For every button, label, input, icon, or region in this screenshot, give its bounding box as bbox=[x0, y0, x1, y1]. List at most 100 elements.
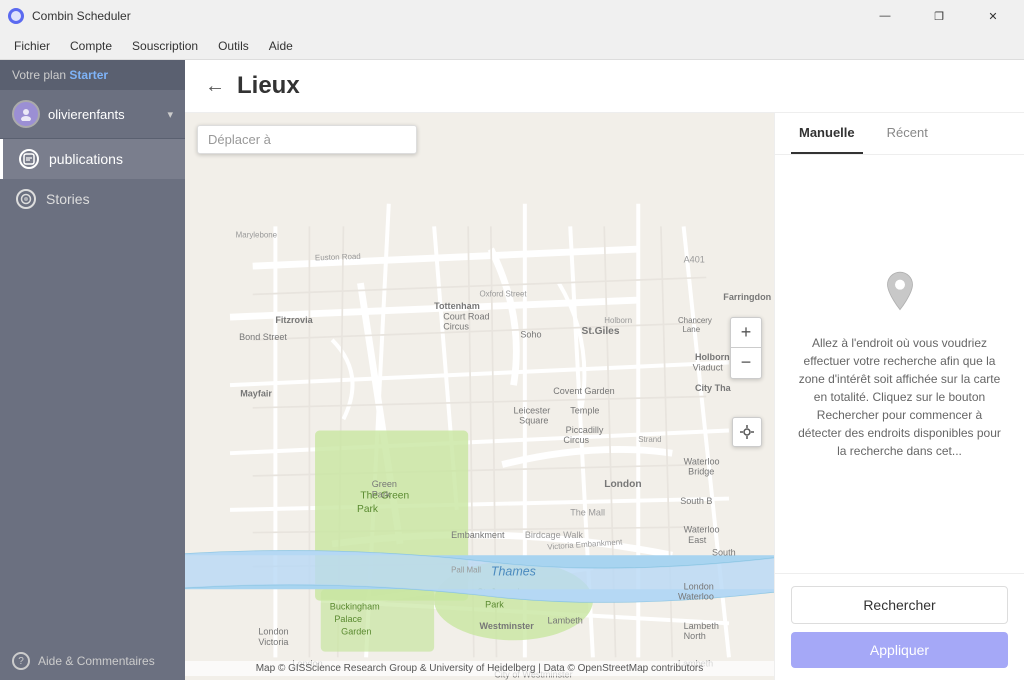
svg-text:Covent Garden: Covent Garden bbox=[553, 386, 614, 396]
svg-text:Court Road: Court Road bbox=[443, 311, 489, 321]
chevron-down-icon: ▾ bbox=[167, 108, 173, 121]
svg-text:London: London bbox=[604, 479, 641, 490]
back-button[interactable]: ← bbox=[205, 76, 225, 96]
svg-text:City Tha: City Tha bbox=[695, 383, 732, 393]
svg-text:Park: Park bbox=[372, 489, 391, 499]
right-panel: Manuelle Récent Allez à l'endroit où vou… bbox=[774, 113, 1024, 680]
plan-banner: Votre plan Starter bbox=[0, 60, 185, 90]
sidebar-item-stories[interactable]: Stories bbox=[0, 179, 185, 219]
svg-text:Lambeth: Lambeth bbox=[548, 615, 583, 625]
svg-text:London: London bbox=[258, 627, 288, 637]
svg-text:Chancery: Chancery bbox=[678, 316, 712, 325]
panel-tabs: Manuelle Récent bbox=[775, 113, 1024, 155]
svg-text:Holborn: Holborn bbox=[695, 352, 730, 362]
menu-fichier[interactable]: Fichier bbox=[4, 35, 60, 57]
sidebar-item-publications[interactable]: publications bbox=[0, 139, 185, 179]
svg-text:Circus: Circus bbox=[563, 435, 589, 445]
svg-text:St.Giles: St.Giles bbox=[582, 326, 620, 337]
account-name: olivierenfants bbox=[48, 107, 167, 122]
minimize-button[interactable]: — bbox=[862, 0, 908, 32]
avatar bbox=[12, 100, 40, 128]
svg-text:Euston Road: Euston Road bbox=[315, 252, 361, 263]
svg-text:Bond Street: Bond Street bbox=[239, 332, 287, 342]
app-icon bbox=[8, 8, 24, 24]
svg-text:Temple: Temple bbox=[570, 406, 599, 416]
svg-text:Park: Park bbox=[357, 504, 379, 515]
svg-text:Tottenham: Tottenham bbox=[434, 301, 480, 311]
svg-text:Lane: Lane bbox=[682, 325, 700, 334]
location-icon bbox=[875, 268, 925, 318]
menubar: Fichier Compte Souscription Outils Aide bbox=[0, 32, 1024, 60]
zoom-in-button[interactable]: + bbox=[731, 318, 761, 348]
svg-text:Soho: Soho bbox=[520, 330, 541, 340]
svg-text:South B: South B bbox=[680, 496, 712, 506]
svg-text:Victoria: Victoria bbox=[258, 637, 289, 647]
help-icon: ? bbox=[12, 652, 30, 670]
svg-text:Thames: Thames bbox=[491, 565, 536, 579]
sidebar: Votre plan Starter olivierenfants ▾ bbox=[0, 60, 185, 680]
plan-name: Starter bbox=[69, 68, 108, 82]
map-search-placeholder: Déplacer à bbox=[208, 132, 271, 147]
svg-text:Garden: Garden bbox=[341, 627, 371, 637]
svg-text:Leicester: Leicester bbox=[514, 406, 551, 416]
svg-text:Strand: Strand bbox=[638, 435, 661, 444]
close-button[interactable]: ✕ bbox=[970, 0, 1016, 32]
zoom-out-button[interactable]: − bbox=[731, 348, 761, 378]
svg-text:North: North bbox=[684, 631, 706, 641]
svg-text:Holborn: Holborn bbox=[604, 316, 632, 325]
svg-text:Bridge: Bridge bbox=[688, 467, 714, 477]
svg-text:South: South bbox=[712, 547, 736, 557]
main-area: ← Lieux bbox=[185, 60, 1024, 680]
svg-text:Pall Mall: Pall Mall bbox=[451, 565, 481, 574]
svg-text:Buckingham: Buckingham bbox=[330, 602, 380, 612]
rechercher-button[interactable]: Rechercher bbox=[791, 586, 1008, 624]
svg-text:Palace: Palace bbox=[334, 614, 362, 624]
map-attribution: Map © GISScience Research Group & Univer… bbox=[185, 661, 774, 676]
svg-text:Piccadilly: Piccadilly bbox=[566, 425, 604, 435]
page-title: Lieux bbox=[237, 72, 300, 100]
app-title: Combin Scheduler bbox=[32, 9, 854, 23]
svg-text:Viaduct: Viaduct bbox=[693, 362, 724, 372]
svg-text:Birdcage Walk: Birdcage Walk bbox=[525, 530, 584, 540]
help-label: Aide & Commentaires bbox=[38, 654, 155, 668]
svg-text:Embankment: Embankment bbox=[451, 530, 505, 540]
svg-text:Waterloo: Waterloo bbox=[678, 591, 714, 601]
publications-label: publications bbox=[49, 151, 123, 167]
svg-text:Circus: Circus bbox=[443, 322, 469, 332]
window-controls: — ❐ ✕ bbox=[862, 0, 1016, 32]
svg-text:Mayfair: Mayfair bbox=[240, 389, 272, 399]
panel-footer: Rechercher Appliquer bbox=[775, 573, 1024, 680]
stories-label: Stories bbox=[46, 191, 90, 207]
tab-recent[interactable]: Récent bbox=[879, 113, 936, 154]
svg-text:Westminster: Westminster bbox=[480, 621, 535, 631]
stories-icon bbox=[16, 189, 36, 209]
map-container[interactable]: The Green Park Buckingham Palace Garden … bbox=[185, 113, 774, 680]
app-body: Votre plan Starter olivierenfants ▾ bbox=[0, 60, 1024, 680]
menu-compte[interactable]: Compte bbox=[60, 35, 122, 57]
map-search-input[interactable]: Déplacer à bbox=[197, 125, 417, 154]
svg-text:East: East bbox=[688, 535, 707, 545]
svg-text:Waterloo: Waterloo bbox=[684, 525, 720, 535]
svg-text:Waterloo: Waterloo bbox=[684, 457, 720, 467]
panel-description: Allez à l'endroit où vous voudriez effec… bbox=[795, 334, 1004, 460]
svg-text:Park: Park bbox=[485, 599, 504, 609]
svg-text:London: London bbox=[684, 581, 714, 591]
page-header: ← Lieux bbox=[185, 60, 1024, 113]
maximize-button[interactable]: ❐ bbox=[916, 0, 962, 32]
svg-text:The Mall: The Mall bbox=[570, 508, 605, 518]
account-row[interactable]: olivierenfants ▾ bbox=[0, 90, 185, 139]
help-footer[interactable]: ? Aide & Commentaires bbox=[0, 642, 185, 680]
svg-text:Square: Square bbox=[519, 416, 548, 426]
svg-text:Green: Green bbox=[372, 479, 397, 489]
menu-souscription[interactable]: Souscription bbox=[122, 35, 208, 57]
svg-text:Fitzrovia: Fitzrovia bbox=[275, 315, 313, 325]
menu-outils[interactable]: Outils bbox=[208, 35, 259, 57]
svg-text:A401: A401 bbox=[684, 255, 705, 265]
svg-text:Oxford Street: Oxford Street bbox=[480, 290, 528, 299]
menu-aide[interactable]: Aide bbox=[259, 35, 303, 57]
appliquer-button[interactable]: Appliquer bbox=[791, 632, 1008, 668]
map-locate-button[interactable] bbox=[732, 417, 762, 447]
publications-icon bbox=[19, 149, 39, 169]
tab-manuelle[interactable]: Manuelle bbox=[791, 113, 863, 154]
svg-text:Lambeth: Lambeth bbox=[684, 621, 719, 631]
